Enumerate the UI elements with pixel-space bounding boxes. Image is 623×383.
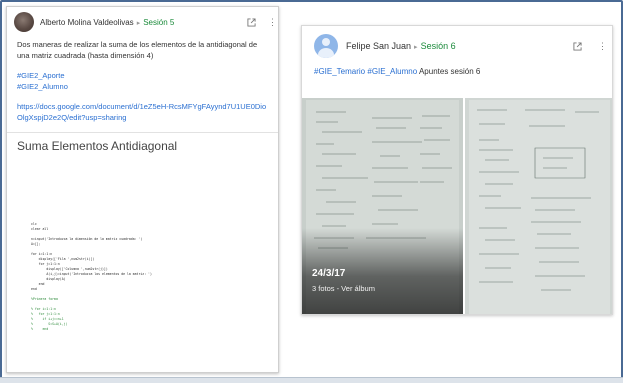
arrow-icon: ▸ — [136, 19, 141, 27]
hashtag-link[interactable]: #GIE_Temario — [314, 67, 365, 76]
post-header: Felipe San Juan ▸ Sesión 6 ⋮ — [302, 26, 612, 66]
open-in-new-icon[interactable] — [247, 17, 256, 27]
avatar[interactable] — [14, 12, 34, 32]
post-text: #GIE_Temario #GIE_Alumno Apuntes sesión … — [302, 66, 612, 86]
open-in-new-icon[interactable] — [573, 41, 582, 51]
community-link[interactable]: Sesión 6 — [421, 41, 456, 51]
album-date: 24/3/17 — [312, 268, 346, 279]
document-link[interactable]: https://docs.google.com/document/d/1eZ5e… — [17, 101, 268, 123]
post-card-right: Felipe San Juan ▸ Sesión 6 ⋮ #GIE_Temario … — [301, 25, 613, 315]
hashtag-link[interactable]: #GIE2_Alumno — [17, 81, 268, 92]
album-photo[interactable] — [465, 98, 612, 314]
avatar[interactable] — [314, 34, 338, 58]
post-body: Dos maneras de realizar la suma de los e… — [7, 37, 278, 123]
community-link[interactable]: Sesión 5 — [143, 18, 174, 27]
author-name[interactable]: Felipe San Juan — [346, 41, 411, 51]
author-line: Felipe San Juan ▸ Sesión 6 — [346, 41, 573, 51]
hashtag-link[interactable]: #GIE2_Aporte — [17, 70, 268, 81]
doc-preview-title[interactable]: Suma Elementos Antidiagonal — [7, 133, 278, 167]
more-vert-icon[interactable]: ⋮ — [598, 41, 607, 51]
doc-preview-page[interactable]: clc clear all n=input('Introduzca la dime… — [27, 212, 260, 372]
hashtag-link[interactable]: #GIE_Alumno — [367, 67, 417, 76]
bottom-rule — [0, 377, 623, 383]
arrow-icon: ▸ — [414, 44, 418, 51]
handwritten-notes-image — [465, 98, 612, 314]
post-card-left: Alberto Molina Valdeolivas ▸ Sesión 5 ⋮ Do… — [6, 6, 279, 373]
author-line: Alberto Molina Valdeolivas ▸ Sesión 5 — [40, 18, 247, 27]
author-name[interactable]: Alberto Molina Valdeolivas — [40, 18, 134, 27]
photo-album[interactable]: 24/3/17 3 fotos - Ver álbum — [302, 98, 612, 314]
post-text: Dos maneras de realizar la suma de los e… — [17, 40, 258, 60]
view-album-link[interactable]: 3 fotos - Ver álbum — [312, 284, 375, 293]
code-line: % end — [31, 327, 49, 331]
post-header: Alberto Molina Valdeolivas ▸ Sesión 5 ⋮ — [7, 7, 278, 37]
more-vert-icon[interactable]: ⋮ — [268, 17, 277, 27]
post-caption: Apuntes sesión 6 — [418, 67, 481, 76]
